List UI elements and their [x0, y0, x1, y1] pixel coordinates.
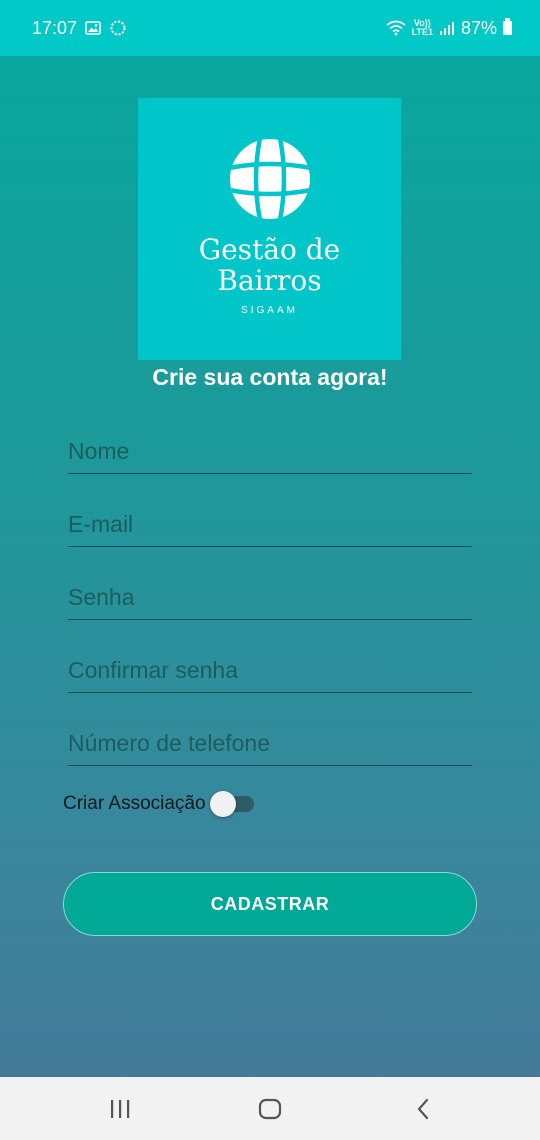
register-button[interactable]: CADASTRAR	[63, 872, 477, 936]
logo-title-line2: Bairros	[217, 264, 322, 297]
app-logo: Gestão de Bairros SIGAAM	[138, 98, 401, 360]
home-button[interactable]	[230, 1077, 310, 1140]
logo-subtitle: SIGAAM	[241, 305, 298, 316]
status-time: 17:07	[32, 17, 78, 38]
name-input[interactable]	[68, 430, 472, 474]
signal-icon	[439, 22, 454, 35]
association-toggle[interactable]	[209, 790, 256, 818]
toggle-thumb	[209, 791, 236, 817]
globe-icon	[230, 139, 310, 219]
status-bar: 17:07 Vo)) LTE1 87%	[0, 0, 540, 56]
status-left: 17:07	[32, 18, 127, 39]
lte-indicator: Vo)) LTE1	[412, 19, 433, 37]
logo-title: Gestão de Bairros	[138, 234, 401, 296]
gallery-icon	[85, 21, 101, 35]
page-title: Crie sua conta agora!	[152, 364, 388, 390]
back-button[interactable]	[383, 1077, 463, 1140]
recent-apps-icon	[111, 1099, 130, 1118]
association-toggle-row: Criar Associação	[63, 790, 256, 818]
home-icon	[258, 1098, 282, 1119]
phone-input[interactable]	[68, 722, 472, 766]
sync-icon	[110, 20, 126, 36]
status-right: Vo)) LTE1 87%	[386, 18, 512, 39]
recent-apps-button[interactable]	[80, 1077, 160, 1140]
logo-title-line1: Gestão de	[198, 233, 341, 266]
password-input[interactable]	[68, 576, 472, 620]
association-toggle-label: Criar Associação	[63, 793, 206, 814]
back-icon	[417, 1098, 429, 1119]
battery-icon	[503, 18, 512, 35]
navigation-bar	[0, 1077, 540, 1140]
lte-bottom: LTE1	[411, 27, 433, 37]
wifi-icon	[386, 20, 406, 36]
email-input[interactable]	[68, 503, 472, 547]
confirm-password-input[interactable]	[68, 649, 472, 693]
battery-percent: 87%	[460, 17, 497, 38]
